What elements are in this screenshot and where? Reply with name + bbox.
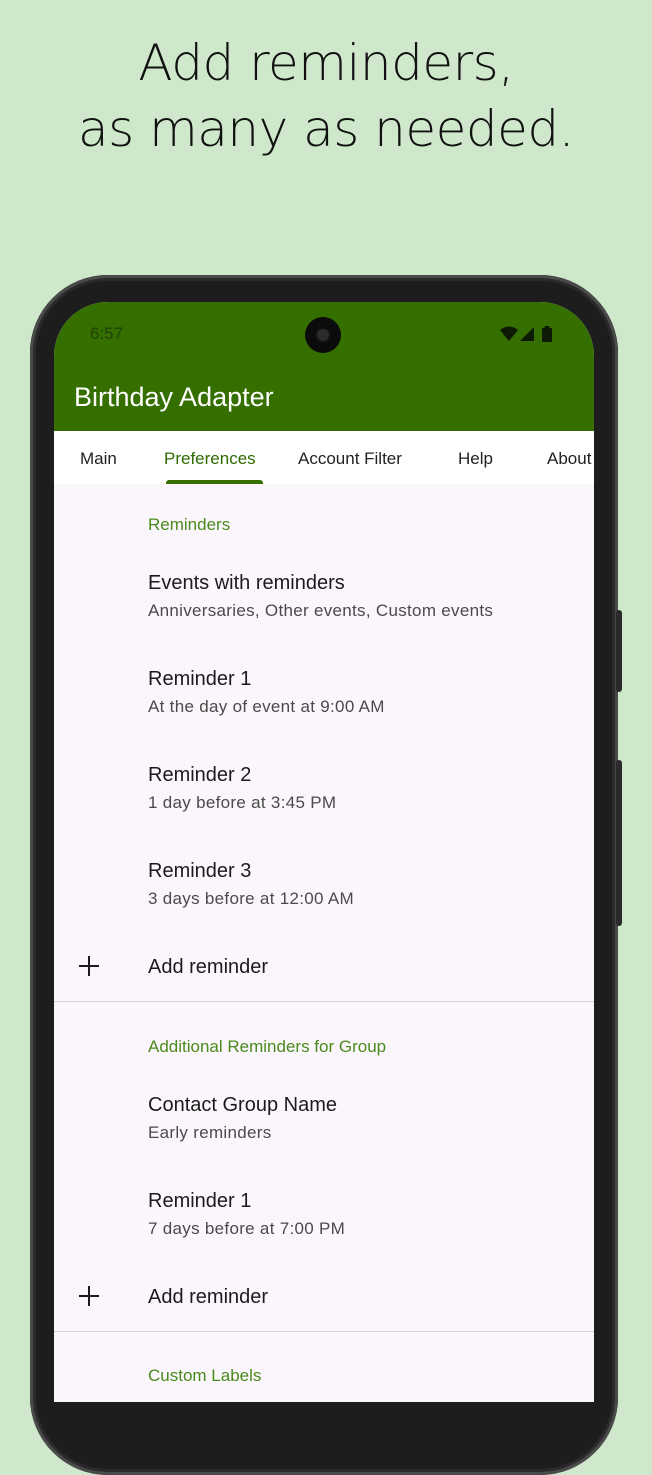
pref-events-with-reminders[interactable]: Events with reminders [148,572,345,595]
pref-group-reminder-1[interactable]: Reminder 1 [148,1190,251,1213]
headline-line-1: Add reminders, [138,34,514,92]
add-reminder-button[interactable]: Add reminder [148,956,268,979]
pref-contact-group-name-summary: Early reminders [148,1123,272,1142]
tab-main[interactable]: Main [80,431,117,484]
tab-bar: Main Preferences Account Filter Help Abo… [54,431,594,484]
pref-contact-group-name[interactable]: Contact Group Name [148,1094,337,1117]
section-title-reminders: Reminders [148,515,231,534]
pref-events-with-reminders-summary: Anniversaries, Other events, Custom even… [148,601,494,620]
app-bar: 6:57 Birthday Adapter [54,302,594,431]
tab-about[interactable]: About [547,431,591,484]
status-time: 6:57 [90,324,124,343]
battery-icon [542,326,552,342]
camera-icon [305,317,341,353]
phone-screen: 6:57 Birthday Adapter Main Preferences A… [54,302,594,1402]
tab-account-filter[interactable]: Account Filter [298,431,402,484]
pref-reminder-1-summary: At the day of event at 9:00 AM [148,697,385,716]
phone-power-button [616,610,622,692]
section-divider [54,1001,594,1002]
signal-icon [520,327,534,341]
pref-reminder-3-summary: 3 days before at 12:00 AM [148,889,354,908]
status-icons [500,326,552,342]
pref-group-reminder-1-summary: 7 days before at 7:00 PM [148,1219,346,1238]
headline-line-2: as many as needed. [77,100,575,158]
app-title: Birthday Adapter [74,382,274,412]
tab-help[interactable]: Help [458,431,493,484]
tab-preferences[interactable]: Preferences [164,431,256,484]
wifi-icon [500,326,518,341]
add-group-reminder-button[interactable]: Add reminder [148,1286,268,1309]
section-divider [54,1331,594,1332]
section-title-custom-labels: Custom Labels [148,1366,262,1385]
phone-volume-button [616,760,622,926]
headline: Add reminders, as many as needed. [0,30,652,162]
status-bar: 6:57 [54,302,594,362]
pref-reminder-2[interactable]: Reminder 2 [148,764,251,787]
pref-reminder-2-summary: 1 day before at 3:45 PM [148,793,337,812]
pref-reminder-1[interactable]: Reminder 1 [148,668,251,691]
section-title-group-reminders: Additional Reminders for Group [148,1037,387,1056]
plus-icon [79,956,99,976]
pref-reminder-3[interactable]: Reminder 3 [148,860,251,883]
plus-icon [79,1286,99,1306]
active-tab-indicator [166,480,263,484]
